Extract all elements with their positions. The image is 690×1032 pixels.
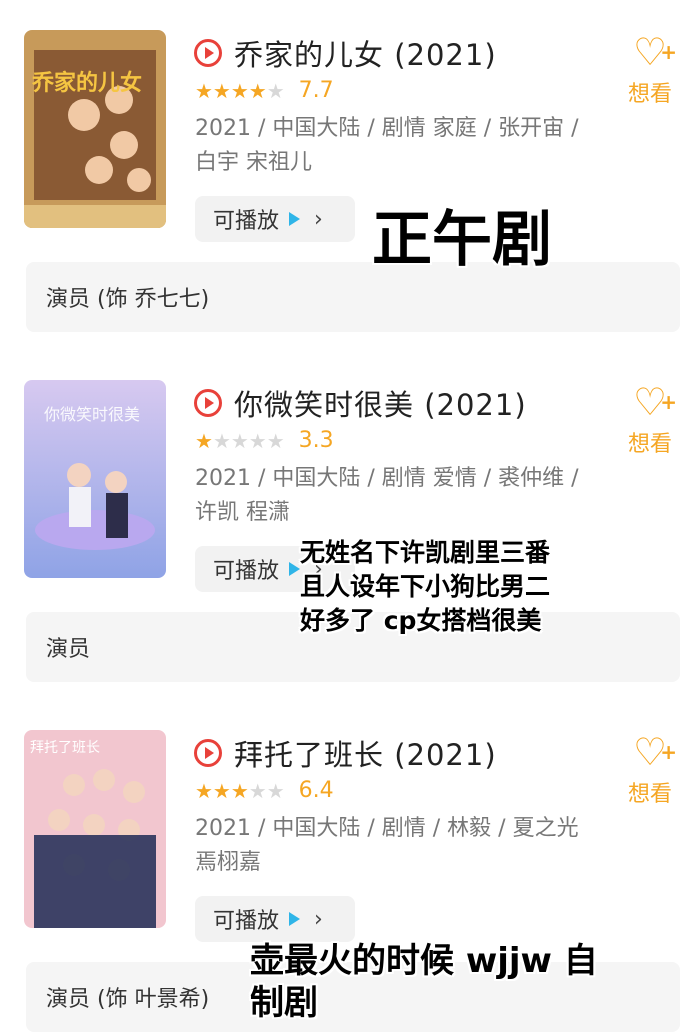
drama-meta: 2021 / 中国大陆 / 剧情 / 林毅 / 夏之光 焉栩嘉 [195,816,579,875]
title-row[interactable]: 乔家的儿女 (2021) [194,32,497,74]
star-rating-icon: ★★★★★ [195,78,285,103]
cast-bar[interactable]: 演员 (饰 乔七七) [26,262,680,332]
drama-meta: 2021 / 中国大陆 / 剧情 爱情 / 裘仲维 / 许凯 程潇 [195,466,579,525]
play-circle-icon [194,739,222,767]
poster-title: 你微笑时很美 [44,405,140,424]
playable-button[interactable]: 可播放 › [195,196,355,242]
chevron-right-icon: › [314,906,323,932]
title-row[interactable]: 你微笑时很美 (2021) [194,382,527,424]
poster-image[interactable]: 乔家的儿女 [24,30,166,228]
playable-label: 可播放 [213,209,280,234]
drama-title[interactable]: 乔家的儿女 (2021) [234,32,497,74]
rating-row: ★★★★★ 3.3 [195,428,334,453]
poster-image[interactable]: 拜托了班长 [24,730,166,928]
overlay-caption: 无姓名下许凯剧里三番 且人设年下小狗比男二 好多了 cp女搭档很美 [300,538,551,635]
play-circle-icon [194,39,222,67]
want-label: 想看 [627,782,672,807]
cast-text: 演员 (饰 乔七七) [46,287,210,312]
rating-score: 6.4 [298,778,334,803]
want-label: 想看 [627,82,672,107]
rating-score: 7.7 [298,78,334,103]
want-to-watch-button[interactable]: ♡ + 想看 [625,380,677,458]
rating-row: ★★★★★ 6.4 [195,778,334,803]
overlay-caption: 壶最火的时候 wjjw 自 制剧 [250,941,598,1023]
poster-title: 乔家的儿女 [31,70,142,96]
play-triangle-icon [289,212,301,226]
heart-plus-icon: ♡ + [632,30,677,74]
cast-text: 演员 [46,637,91,662]
drama-meta: 2021 / 中国大陆 / 剧情 家庭 / 张开宙 / 白宇 宋祖儿 [195,116,579,175]
playable-button[interactable]: 可播放 › [195,896,355,942]
heart-plus-icon: ♡ + [632,380,677,424]
cast-text: 演员 (饰 叶景希) [46,987,210,1012]
play-circle-icon [194,389,222,417]
rating-score: 3.3 [298,428,334,453]
want-label: 想看 [627,432,672,457]
playable-label: 可播放 [213,909,280,934]
drama-title[interactable]: 你微笑时很美 (2021) [234,382,527,424]
playable-label: 可播放 [213,559,280,584]
chevron-right-icon: › [314,206,323,232]
play-triangle-icon [289,912,301,926]
play-triangle-icon [289,562,301,576]
poster-title: 拜托了班长 [30,740,100,756]
drama-title[interactable]: 拜托了班长 (2021) [234,732,497,774]
want-to-watch-button[interactable]: ♡ + 想看 [625,730,677,808]
heart-plus-icon: ♡ + [632,730,677,774]
poster-image[interactable]: 你微笑时很美 [24,380,166,578]
title-row[interactable]: 拜托了班长 (2021) [194,732,497,774]
rating-row: ★★★★★ 7.7 [195,78,334,103]
star-rating-icon: ★★★★★ [195,778,285,803]
star-rating-icon: ★★★★★ [195,428,285,453]
want-to-watch-button[interactable]: ♡ + 想看 [625,30,677,108]
overlay-caption: 正午剧 [372,205,552,275]
